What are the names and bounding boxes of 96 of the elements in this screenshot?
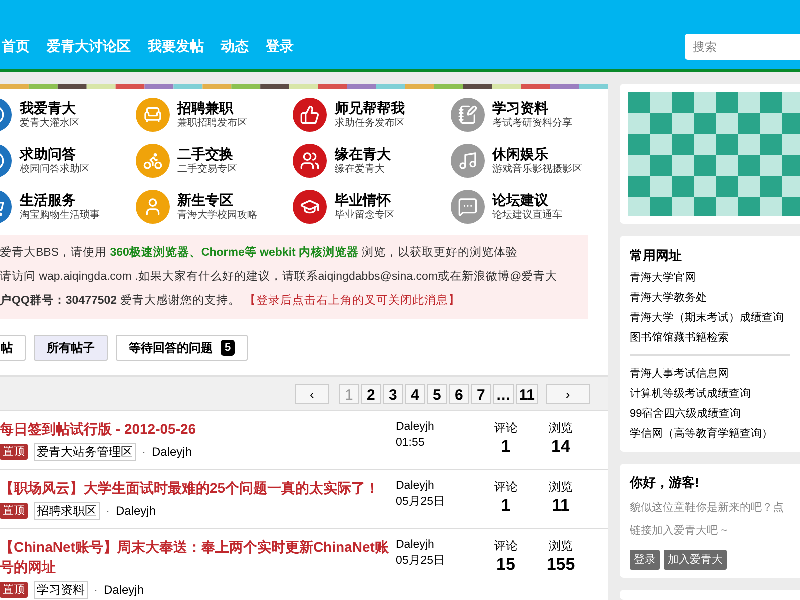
speech-bubble-icon[interactable] xyxy=(450,190,484,224)
forum-title[interactable]: 二手交换 xyxy=(178,146,238,164)
link[interactable]: 青海大学官网 xyxy=(630,268,696,288)
card-title: 你好，游客! xyxy=(630,474,700,492)
card-title: 常用网址 xyxy=(630,247,683,265)
comment-count: 15 xyxy=(496,555,516,575)
stat-label: 浏览 xyxy=(549,479,573,496)
forum-description: 淘宝购物生活琐事 xyxy=(20,210,100,222)
separator-dot: · xyxy=(106,503,110,520)
link[interactable]: 99宿舍四六级成绩查询 xyxy=(630,404,742,424)
previous-page-button[interactable]: ‹ xyxy=(295,384,330,404)
notice-text: 户QQ群号：30477502 爱青大感谢您的支持。 xyxy=(0,293,240,309)
page-button[interactable]: 4 xyxy=(405,384,426,404)
page-button[interactable]: 7 xyxy=(471,384,492,404)
view-count: 155 xyxy=(546,555,576,575)
link[interactable]: 计算机等级考试成绩查询 xyxy=(630,384,751,404)
link[interactable]: 青海大学教务处 xyxy=(630,288,707,308)
forum-tag[interactable]: 招聘求职区 xyxy=(34,502,100,520)
forum-description: 毕业留念专区 xyxy=(335,210,395,222)
stat-label: 评论 xyxy=(494,420,518,437)
stat-label: 评论 xyxy=(494,538,518,555)
forum-title[interactable]: 论坛建议 xyxy=(492,192,562,210)
last-reply-time: 05月25日 xyxy=(396,495,447,510)
comment-count: 1 xyxy=(501,496,511,516)
page-button[interactable]: 2 xyxy=(361,384,382,404)
link[interactable]: 青海大学（期末考试）成绩查询 xyxy=(630,308,784,328)
thumbs-up-icon[interactable] xyxy=(293,98,327,132)
page-button[interactable]: 3 xyxy=(383,384,404,404)
next-page-button[interactable]: › xyxy=(546,384,590,404)
last-reply-user: Daleyjh xyxy=(396,479,436,494)
view-count: 14 xyxy=(552,437,570,457)
pinned-tag: 置顶 xyxy=(0,582,28,598)
post-author: Daleyjh xyxy=(152,444,192,461)
forum-tag[interactable]: 爱青大站务管理区 xyxy=(34,443,136,461)
forum-description: 求助任务发布区 xyxy=(335,118,405,130)
forum-description: 兼职招聘发布区 xyxy=(178,118,248,130)
forum-title[interactable]: 毕业情怀 xyxy=(335,192,395,210)
forum-description: 二手交易专区 xyxy=(178,164,238,176)
forum-title[interactable]: 师兄帮帮我 xyxy=(335,100,405,118)
forum-description: 论坛建议直通车 xyxy=(492,210,562,222)
forum-title[interactable]: 休闲娱乐 xyxy=(492,146,582,164)
forum-description: 校园问答求助区 xyxy=(20,164,90,176)
graduation-cap-icon[interactable] xyxy=(293,190,327,224)
stat-label: 评论 xyxy=(494,479,518,496)
action-button[interactable]: 登录 xyxy=(630,550,660,570)
action-button[interactable]: 加入爱青大 xyxy=(664,550,727,570)
forum-description: 爱青大灌水区 xyxy=(20,118,80,130)
tab[interactable]: 帖 xyxy=(0,335,26,361)
notice-text: 请访问 wap.aiqingda.com .如果大家有什么好的建议，请联系aiqingdabbs@sina.com或在新浪微博@爱青大 xyxy=(0,269,558,285)
post-title[interactable]: 【职场风云】大学生面试时最难的25个问题一真的太实际了！ xyxy=(0,478,390,498)
welcome-text: 链接加入爱青大吧 ~ xyxy=(630,524,728,539)
forum-title[interactable]: 我爱青大 xyxy=(20,100,80,118)
stat-label: 浏览 xyxy=(549,538,573,555)
page-button[interactable]: 6 xyxy=(449,384,470,404)
last-reply-time: 05月25日 xyxy=(396,554,447,569)
comment-count: 1 xyxy=(501,437,511,457)
last-reply-user: Daleyjh xyxy=(396,538,436,553)
tab[interactable]: 所有帖子 xyxy=(34,335,108,361)
forum-title[interactable]: 缘在青大 xyxy=(335,146,391,164)
separator-dot: · xyxy=(94,582,98,599)
search-field[interactable]: 搜索 xyxy=(685,34,800,60)
post-title[interactable]: 每日签到帖试行版 - 2012-05-26 xyxy=(0,419,390,439)
people-icon[interactable] xyxy=(293,144,327,178)
music-note-icon[interactable] xyxy=(450,144,484,178)
pinned-tag: 置顶 xyxy=(0,444,28,460)
page-button[interactable]: 5 xyxy=(427,384,448,404)
post-author: Daleyjh xyxy=(104,582,144,599)
post-author: Daleyjh xyxy=(116,503,156,520)
notice-text: 爱青大BBS，请使用 360极速浏览器、Chorme等 webkit 内核浏览器 浏览，以获取更好的浏览体验 xyxy=(0,245,518,261)
close-hint: 【登录后点击右上角的叉可关闭此消息】 xyxy=(244,294,460,309)
welcome-text: 貌似这位童鞋你是新来的吧？点 xyxy=(630,500,785,516)
page-button[interactable]: 11 xyxy=(516,384,538,404)
forum-description: 缘在爱青大 xyxy=(335,164,386,176)
page-button[interactable]: … xyxy=(493,384,514,404)
last-reply-time: 01:55 xyxy=(396,436,426,451)
forum-description: 考试考研资料分享 xyxy=(492,118,572,130)
link[interactable]: 青海人事考试信息网 xyxy=(630,364,729,384)
stat-label: 浏览 xyxy=(549,420,573,437)
pinned-tag: 置顶 xyxy=(0,503,28,519)
separator-dot: · xyxy=(142,444,146,461)
forum-description: 游戏音乐影视摄影区 xyxy=(492,164,582,176)
forum-description: 青海大学校园攻略 xyxy=(178,210,258,222)
link[interactable]: 学信网（高等教育学籍查询） xyxy=(630,424,773,444)
forum-title[interactable]: 新生专区 xyxy=(178,192,258,210)
link[interactable]: 图书馆馆藏书籍检索 xyxy=(630,328,729,348)
count-badge: 5 xyxy=(221,340,236,356)
notebook-icon[interactable] xyxy=(450,98,484,132)
view-count: 11 xyxy=(552,496,570,516)
last-reply-user: Daleyjh xyxy=(396,420,436,435)
forum-tag[interactable]: 学习资料 xyxy=(34,581,88,599)
post-title[interactable]: 【ChinaNet账号】周末大奉送：奉上两个实时更新ChinaNet账号的网址 xyxy=(0,537,390,577)
forum-title[interactable]: 招聘兼职 xyxy=(178,100,248,118)
forum-title[interactable]: 生活服务 xyxy=(20,192,100,210)
forum-title[interactable]: 求助问答 xyxy=(20,146,90,164)
tab[interactable]: 等待回答的问题 5 xyxy=(116,335,248,361)
forum-title[interactable]: 学习资料 xyxy=(492,100,572,118)
